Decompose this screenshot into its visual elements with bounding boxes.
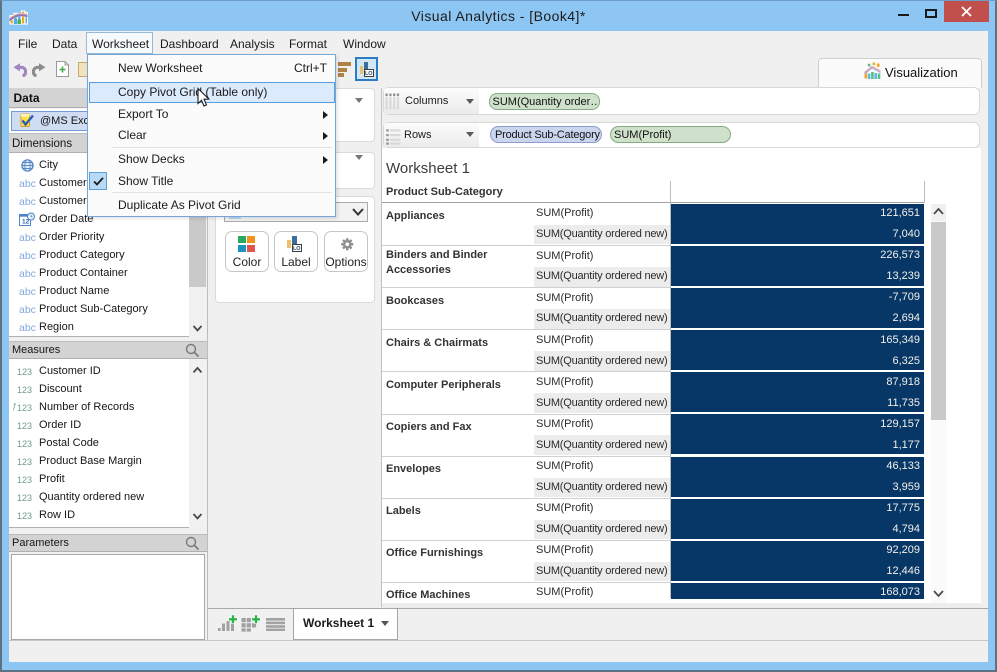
svg-text:LO: LO [365, 71, 373, 76]
svg-text:LO: LO [293, 246, 301, 251]
